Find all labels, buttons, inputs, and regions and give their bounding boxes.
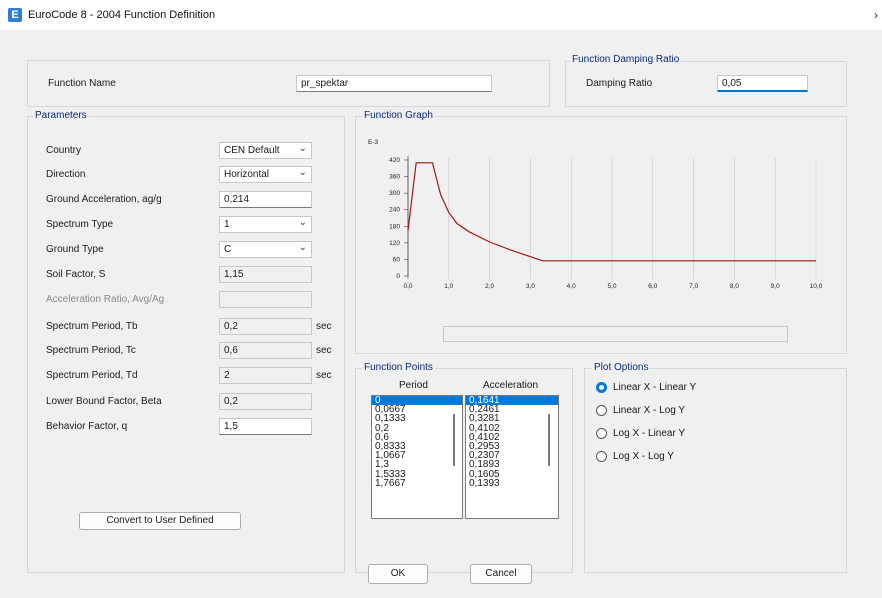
acceleration-column-header: Acceleration [483,380,539,391]
spectrum-period-tb-field: 0,2 [219,318,312,335]
ground-type-label: Ground Type [46,244,104,255]
direction-select-value: Horizontal [224,169,270,180]
x-tick-label: 2,0 [485,283,494,290]
function-points-group-title: Function Points [362,362,435,373]
tc-unit: sec [316,345,332,356]
spectrum-type-select-value: 1 [224,219,230,230]
country-select-value: CEN Default [224,145,280,156]
chevron-down-icon: ⌄ [298,217,307,228]
spectrum-type-select[interactable]: 1 ⌄ [219,216,312,233]
acceleration-list-scrollbar[interactable] [548,414,550,466]
damping-ratio-input[interactable]: 0,05 [717,75,808,92]
td-unit: sec [316,370,332,381]
plot-option-radio[interactable] [596,382,607,393]
plot-option-label[interactable]: Log X - Linear Y [613,428,685,439]
function-name-label: Function Name [48,78,116,89]
period-list[interactable]: 0 0,0667 0,1333 0,2 0,6 0,8333 1,0667 1,3 1,5333… [371,395,463,519]
y-tick-label: 240 [389,207,400,214]
x-tick-label: 3,0 [526,283,535,290]
plot-option-radio[interactable] [596,428,607,439]
graph-status-bar [443,326,788,342]
lower-bound-factor-field: 0,2 [219,393,312,410]
y-tick-label: 120 [389,240,400,247]
plot-option-label[interactable]: Linear X - Log Y [613,405,685,416]
y-tick-label: 180 [389,223,400,230]
chevron-down-icon: ⌄ [298,143,307,154]
plot-option-radio[interactable] [596,405,607,416]
soil-factor-label: Soil Factor, S [46,269,106,280]
x-tick-label: 9,0 [771,283,780,290]
country-label: Country [46,145,82,156]
function-graph-group-title: Function Graph [362,110,435,121]
damping-ratio-label: Damping Ratio [586,78,653,89]
ground-type-select[interactable]: C ⌄ [219,241,312,258]
plot-options-group [584,368,847,573]
ok-button[interactable]: OK [368,564,428,584]
y-tick-label: 300 [389,190,400,197]
spectrum-period-td-label: Spectrum Period, Td [46,370,138,381]
x-tick-label: 1,0 [444,283,453,290]
acceleration-list-item[interactable]: 0,1393 [466,478,558,488]
x-tick-label: 0,0 [403,283,412,290]
plot-options-group-title: Plot Options [592,362,651,373]
convert-to-user-defined-button[interactable]: Convert to User Defined [79,512,241,530]
plot-option-label[interactable]: Log X - Log Y [613,451,674,462]
x-tick-label: 6,0 [648,283,657,290]
ground-acceleration-label: Ground Acceleration, ag/g [46,194,162,205]
spectrum-period-tc-label: Spectrum Period, Tc [46,345,136,356]
period-list-item[interactable]: 1,7667 [372,478,462,488]
soil-factor-field: 1,15 [219,266,312,283]
function-name-input[interactable]: pr_spektar [296,75,492,92]
app-icon: E [8,8,22,22]
spectrum-type-label: Spectrum Type [46,219,114,230]
y-tick-label: 60 [393,256,401,263]
lower-bound-factor-label: Lower Bound Factor, Beta [46,396,162,407]
window-title: EuroCode 8 - 2004 Function Definition [28,9,216,21]
x-tick-label: 4,0 [567,283,576,290]
tb-unit: sec [316,321,332,332]
y-tick-label: 0 [396,273,400,280]
country-select[interactable]: CEN Default ⌄ [219,142,312,159]
y-tick-label: 420 [389,157,400,164]
cancel-button[interactable]: Cancel [470,564,532,584]
spectrum-period-tb-label: Spectrum Period, Tb [46,321,138,332]
x-tick-label: 10,0 [810,283,823,290]
direction-label: Direction [46,169,86,180]
acceleration-list[interactable]: 0,1641 0,2461 0,3281 0,4102 0,4102 0,2953 0,23… [465,395,559,519]
dialog-body: Function Name pr_spektar Function Dampin… [0,30,882,598]
behavior-factor-label: Behavior Factor, q [46,421,128,432]
acceleration-ratio-field [219,291,312,308]
behavior-factor-input[interactable]: 1,5 [219,418,312,435]
spectrum-period-td-field: 2 [219,367,312,384]
y-tick-label: 360 [389,174,400,181]
plot-option-radio[interactable] [596,451,607,462]
ground-type-select-value: C [224,244,232,255]
acceleration-ratio-label: Acceleration Ratio, Avg/Ag [46,294,165,305]
x-tick-label: 8,0 [730,283,739,290]
damping-ratio-group-title: Function Damping Ratio [570,54,682,65]
chevron-down-icon: ⌄ [298,167,307,178]
x-tick-label: 5,0 [607,283,616,290]
window-titlebar[interactable]: E EuroCode 8 - 2004 Function Definition … [0,0,882,30]
parameters-group-title: Parameters [33,110,89,121]
period-column-header: Period [399,380,428,391]
direction-select[interactable]: Horizontal ⌄ [219,166,312,183]
x-tick-label: 7,0 [689,283,698,290]
close-icon[interactable]: › [874,8,878,22]
plot-option-label[interactable]: Linear X - Linear Y [613,382,696,393]
period-list-scrollbar[interactable] [453,414,455,466]
chevron-down-icon: ⌄ [298,242,307,253]
ground-acceleration-input[interactable]: 0,214 [219,191,312,208]
spectrum-period-tc-field: 0,6 [219,342,312,359]
y-multiplier-label: E-3 [368,139,379,146]
function-graph-chart: E-3 0 60 120 180 240 300 360 420 0,0 1,0 2,0 3,0 4,… [368,139,823,290]
